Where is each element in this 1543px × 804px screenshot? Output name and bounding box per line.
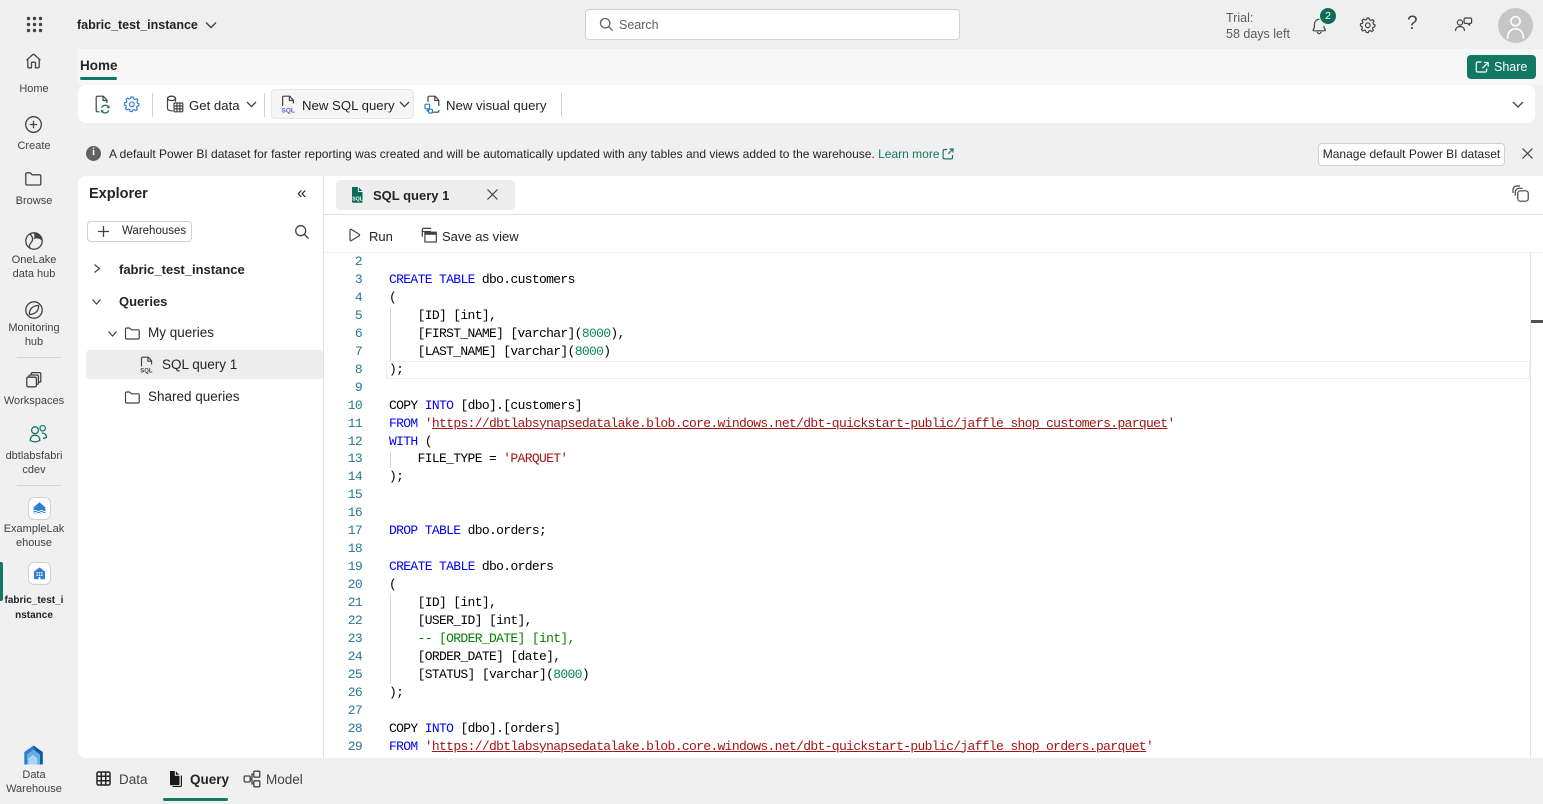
svg-text:SQL: SQL bbox=[352, 196, 363, 202]
svg-text:SQL: SQL bbox=[140, 369, 153, 375]
svg-text:SQL: SQL bbox=[282, 108, 295, 115]
